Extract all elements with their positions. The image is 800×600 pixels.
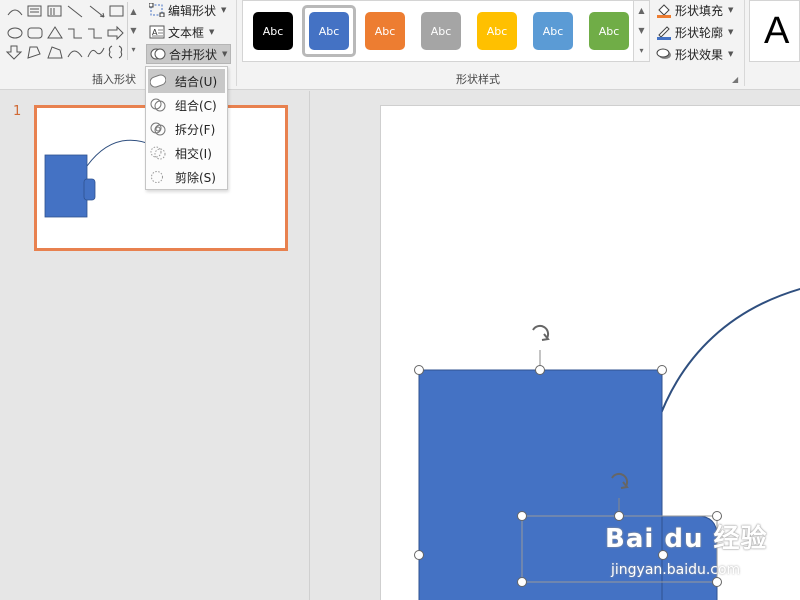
paint-bucket-icon (657, 4, 671, 18)
edit-points-icon (149, 3, 165, 17)
shape-outline-button[interactable]: 形状轮廓 ▼ (656, 22, 733, 42)
resize-handle[interactable] (657, 365, 667, 375)
fragment-icon (150, 122, 166, 136)
chevron-down-icon: ▼ (728, 28, 734, 36)
style-swatch[interactable]: Abc (421, 12, 461, 50)
chevron-down-icon: ▼ (221, 6, 227, 14)
gallery-more-icon[interactable]: ▾ (634, 41, 649, 61)
shape-effects-icon (656, 48, 671, 59)
shape-fill-button[interactable]: 形状填充 ▼ (656, 0, 733, 20)
resize-handle[interactable] (517, 577, 527, 587)
text-box-button[interactable]: A 文本框 ▼ (146, 22, 217, 42)
style-swatch[interactable]: Abc (365, 12, 405, 50)
combine-icon (150, 98, 166, 112)
insert-shapes-group-label: 插入形状 (92, 73, 136, 86)
style-swatch[interactable]: Abc (533, 12, 573, 50)
shape-gallery-icons (5, 5, 124, 60)
menu-item-combine[interactable]: 组合(C) (146, 93, 227, 117)
menu-item-intersect[interactable]: 相交(I) (146, 141, 227, 165)
shape-effects-button[interactable]: 形状效果 ▼ (656, 44, 733, 64)
resize-handle[interactable] (535, 365, 545, 375)
shape-gallery[interactable] (4, 2, 126, 60)
style-swatch[interactable]: Abc (477, 12, 517, 50)
style-swatch[interactable]: Abc (253, 12, 293, 50)
chevron-down-icon: ▼ (209, 28, 215, 36)
chevron-down-icon: ▼ (728, 6, 734, 14)
ribbon: ▲ ▼ ▾ 编辑形状 ▼ A 文本框 ▼ 合并形状 ▼ 插入形状 Abc Abc… (0, 0, 800, 90)
gallery-more-icon[interactable]: ▾ (128, 40, 139, 59)
chevron-down-icon: ▼ (222, 50, 228, 58)
group-divider (236, 0, 237, 86)
slide-number: 1 (13, 104, 22, 119)
text-box-icon: A (149, 25, 165, 39)
shape-outline-label: 形状轮廓 (675, 25, 724, 40)
menu-item-fragment[interactable]: 拆分(F) (146, 117, 227, 141)
shape-effects-label: 形状效果 (675, 47, 724, 62)
style-gallery-scrollbar[interactable]: ▲ ▼ ▾ (634, 0, 650, 62)
watermark-logo: Bai du 经验 (605, 524, 768, 554)
merge-shapes-icon (150, 48, 166, 60)
subtract-icon (151, 171, 163, 183)
resize-handle[interactable] (414, 550, 424, 560)
shape-gallery-scrollbar[interactable]: ▲ ▼ ▾ (127, 2, 139, 60)
scroll-down-icon[interactable]: ▼ (128, 21, 139, 40)
thumb-small-rectangle (83, 178, 96, 201)
arc-shape[interactable] (656, 286, 800, 425)
style-swatch-selected[interactable]: Abc (309, 12, 349, 50)
scroll-up-icon[interactable]: ▲ (128, 2, 139, 21)
merge-shapes-label: 合并形状 (169, 47, 218, 62)
shape-styles-group-label: 形状样式 (456, 73, 500, 86)
menu-item-subtract[interactable]: 剪除(S) (146, 165, 227, 189)
dialog-launcher-icon[interactable]: ◢ (732, 75, 738, 84)
shape-style-gallery: Abc Abc Abc Abc Abc Abc Abc (242, 0, 634, 62)
union-icon (150, 74, 166, 88)
resize-handle[interactable] (414, 365, 424, 375)
style-swatch[interactable]: Abc (589, 12, 629, 50)
chevron-down-icon: ▼ (728, 50, 734, 58)
scroll-down-icon[interactable]: ▼ (634, 21, 649, 41)
baidu-jingyan-watermark: Bai du 经验 jingyan.baidu.com (605, 518, 775, 588)
menu-item-union[interactable]: 结合(U) (148, 69, 225, 93)
merge-shapes-button[interactable]: 合并形状 ▼ (146, 44, 232, 64)
text-box-label: 文本框 (168, 25, 205, 40)
watermark-url: jingyan.baidu.com (611, 562, 741, 578)
wordart-style-sample[interactable]: A (749, 0, 800, 62)
resize-handle[interactable] (517, 511, 527, 521)
thumb-large-rectangle (44, 154, 88, 218)
group-divider (744, 0, 745, 86)
rotate-handle-icon[interactable] (532, 324, 550, 341)
edit-shape-label: 编辑形状 (168, 3, 217, 18)
shape-fill-label: 形状填充 (675, 3, 724, 18)
merge-shapes-menu: 结合(U) 组合(C) 拆分(F) 相交(I) 剪除(S) (145, 66, 228, 190)
pen-icon (657, 26, 671, 40)
intersect-icon (150, 146, 166, 160)
edit-shape-button[interactable]: 编辑形状 ▼ (146, 0, 229, 20)
scroll-up-icon[interactable]: ▲ (634, 1, 649, 21)
